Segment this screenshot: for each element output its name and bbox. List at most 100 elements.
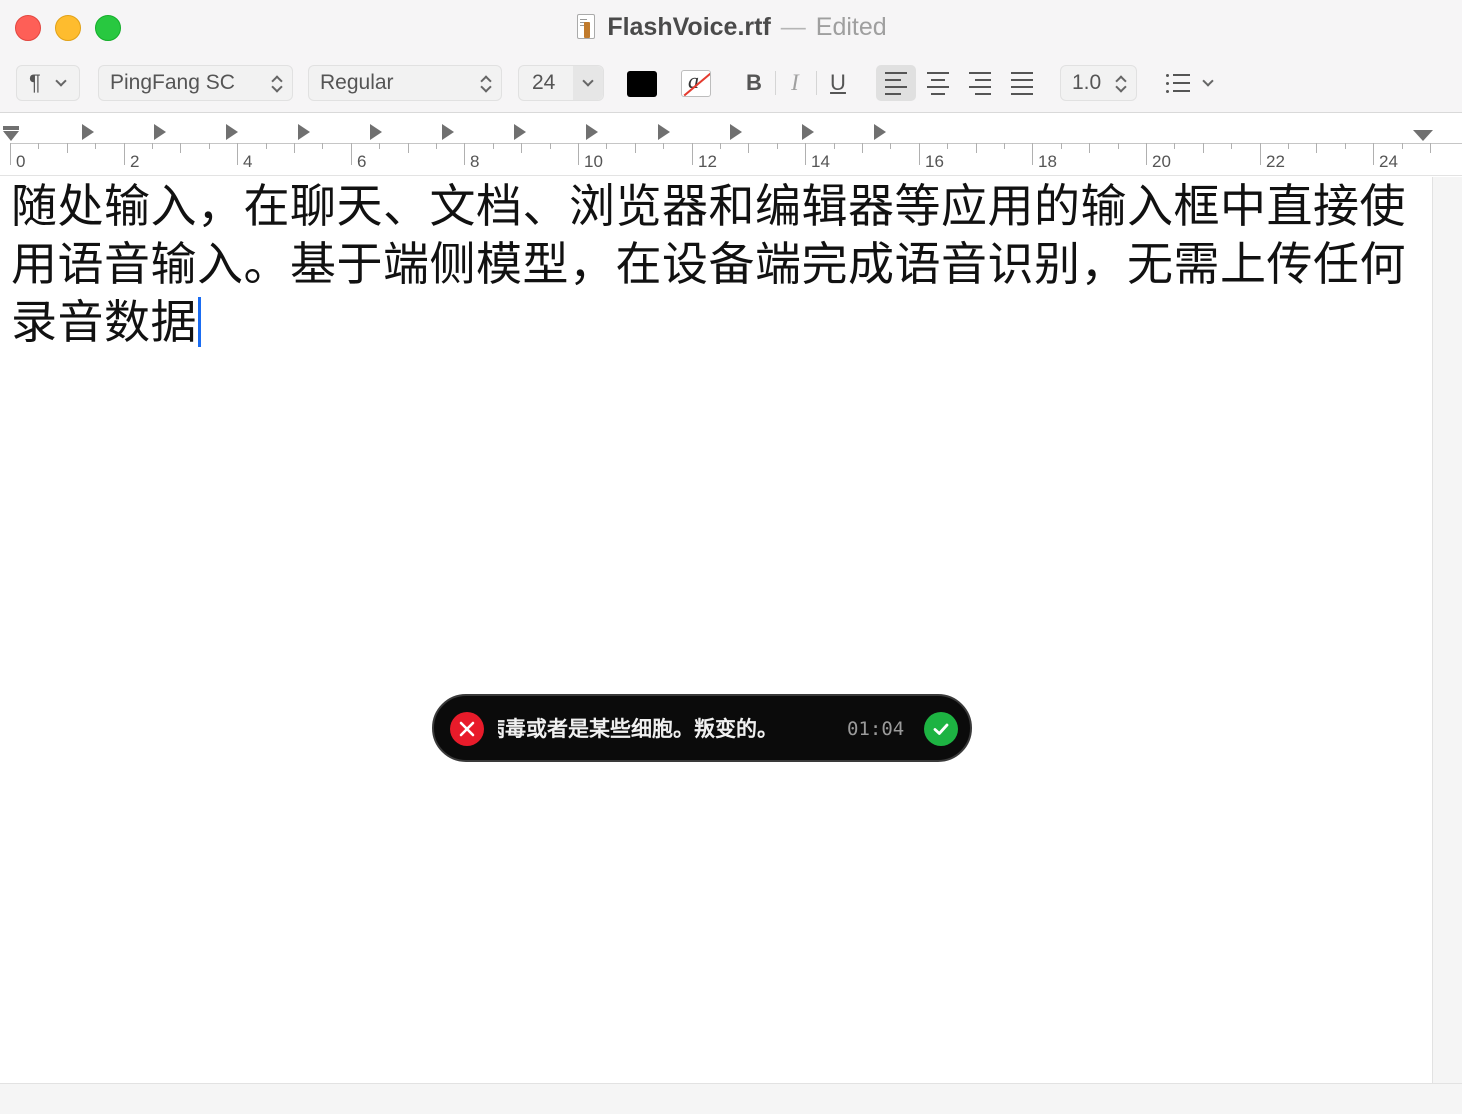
ruler-number: 4	[243, 152, 253, 171]
ruler-tick	[720, 143, 721, 149]
tab-stop-marker[interactable]	[298, 124, 310, 140]
horizontal-scrollbar[interactable]	[0, 1083, 1462, 1114]
elapsed-time: 01:04	[847, 718, 905, 740]
ruler-tick	[1118, 143, 1119, 149]
ruler-tick	[408, 143, 409, 153]
document-name: FlashVoice.rtf	[607, 12, 771, 41]
align-left-button[interactable]	[876, 65, 916, 101]
ruler-tick	[124, 143, 125, 165]
ruler-tick	[663, 143, 664, 149]
ruler-tick	[1146, 143, 1147, 165]
highlight-color-well[interactable]: a	[681, 70, 711, 97]
up-down-arrows-icon	[270, 75, 284, 93]
ruler-tick	[1203, 143, 1204, 153]
ruler-tick	[95, 143, 96, 149]
ruler-tick	[1288, 143, 1289, 149]
line-spacing-popup[interactable]: 1.0	[1060, 65, 1137, 101]
cancel-dictation-button[interactable]	[450, 712, 484, 746]
underline-button[interactable]: U	[820, 66, 856, 100]
text-color-well[interactable]	[627, 71, 657, 97]
ruler-number: 6	[357, 152, 367, 171]
ruler-tick	[1316, 143, 1317, 153]
list-style-popup[interactable]	[1162, 66, 1232, 100]
ruler-number: 20	[1152, 152, 1171, 171]
font-family-popup[interactable]: PingFang SC	[98, 65, 293, 101]
tab-stop-marker[interactable]	[874, 124, 886, 140]
ruler-number: 2	[130, 152, 140, 171]
document-body[interactable]: 随处输入，在聊天、文档、浏览器和编辑器等应用的输入框中直接使用语音输入。基于端侧…	[11, 179, 1406, 349]
ruler-tick	[67, 143, 68, 153]
right-indent-marker[interactable]	[1413, 130, 1433, 141]
font-style-value: Regular	[320, 71, 394, 94]
ruler-tick	[436, 143, 437, 149]
bold-button[interactable]: B	[736, 66, 772, 100]
ruler-tick	[692, 143, 693, 165]
confirm-dictation-button[interactable]	[924, 712, 958, 746]
ruler-tick	[550, 143, 551, 149]
ruler-tick	[1345, 143, 1346, 149]
tab-stop-marker[interactable]	[586, 124, 598, 140]
ruler-tick	[209, 143, 210, 149]
document-area[interactable]: 随处输入，在聊天、文档、浏览器和编辑器等应用的输入框中直接使用语音输入。基于端侧…	[0, 177, 1432, 1083]
tab-stop-marker[interactable]	[514, 124, 526, 140]
ruler-tick	[919, 143, 920, 165]
ruler-tick	[947, 143, 948, 149]
ruler-tick	[1089, 143, 1090, 153]
ruler-tick	[805, 143, 806, 165]
vertical-scrollbar[interactable]	[1432, 177, 1462, 1084]
ruler-number: 18	[1038, 152, 1057, 171]
ruler-tick	[266, 143, 267, 149]
ruler-number: 8	[470, 152, 480, 171]
font-family-value: PingFang SC	[110, 71, 235, 94]
italic-button[interactable]: I	[777, 66, 813, 100]
alignment-segmented-control	[876, 65, 1042, 101]
tab-stop-marker[interactable]	[226, 124, 238, 140]
ruler-number: 22	[1266, 152, 1285, 171]
tab-stop-marker[interactable]	[154, 124, 166, 140]
tab-stop-marker[interactable]	[730, 124, 742, 140]
ruler-tick	[976, 143, 977, 153]
ruler-tick	[1174, 143, 1175, 149]
font-style-popup[interactable]: Regular	[308, 65, 502, 101]
transcript-text: 的病毒或者是某些细胞。叛变的。	[498, 717, 778, 741]
ruler-tick	[379, 143, 380, 149]
ruler-tick	[1373, 143, 1374, 165]
title-separator: —	[780, 12, 806, 41]
justify-button[interactable]	[1002, 65, 1042, 101]
edited-status: Edited	[815, 12, 887, 41]
chevron-down-icon	[1202, 75, 1214, 87]
ruler-tick	[464, 143, 465, 165]
font-size-value: 24	[532, 71, 556, 94]
ruler-tick	[862, 143, 863, 153]
ruler-tick	[1260, 143, 1261, 165]
bullet-list-icon	[1166, 73, 1190, 93]
tab-stop-marker[interactable]	[82, 124, 94, 140]
tab-stop-marker[interactable]	[802, 124, 814, 140]
document-text[interactable]: 随处输入，在聊天、文档、浏览器和编辑器等应用的输入框中直接使用语音输入。基于端侧…	[11, 177, 1416, 351]
ruler-tick	[890, 143, 891, 149]
tab-stop-marker[interactable]	[370, 124, 382, 140]
ruler-number: 24	[1379, 152, 1398, 171]
ruler-tick	[180, 143, 181, 153]
paragraph-icon: ¶	[29, 70, 41, 95]
title-toolbar-area: FlashVoice.rtf — Edited ¶ PingFang SC Re…	[0, 0, 1462, 113]
tab-stop-marker[interactable]	[442, 124, 454, 140]
ruler-tick	[237, 143, 238, 165]
ruler[interactable]: 0 2 4 6 8 10 12 14 16 18 20 22 24	[0, 114, 1462, 176]
font-size-combo[interactable]: 24	[518, 65, 604, 101]
paragraph-styles-popup[interactable]: ¶	[16, 65, 80, 101]
ruler-tick	[1004, 143, 1005, 149]
rtf-document-icon	[575, 13, 597, 41]
tab-stop-marker[interactable]	[658, 124, 670, 140]
ruler-tick	[834, 143, 835, 149]
align-center-button[interactable]	[918, 65, 958, 101]
align-right-button[interactable]	[960, 65, 1000, 101]
font-size-dropdown[interactable]	[573, 66, 603, 100]
ruler-tick	[10, 143, 11, 165]
ruler-tick	[1231, 143, 1232, 149]
ruler-tick	[351, 143, 352, 165]
up-down-arrows-icon	[479, 75, 493, 93]
ruler-tick	[635, 143, 636, 153]
close-icon	[459, 721, 475, 737]
textedit-window: FlashVoice.rtf — Edited ¶ PingFang SC Re…	[0, 0, 1462, 1114]
